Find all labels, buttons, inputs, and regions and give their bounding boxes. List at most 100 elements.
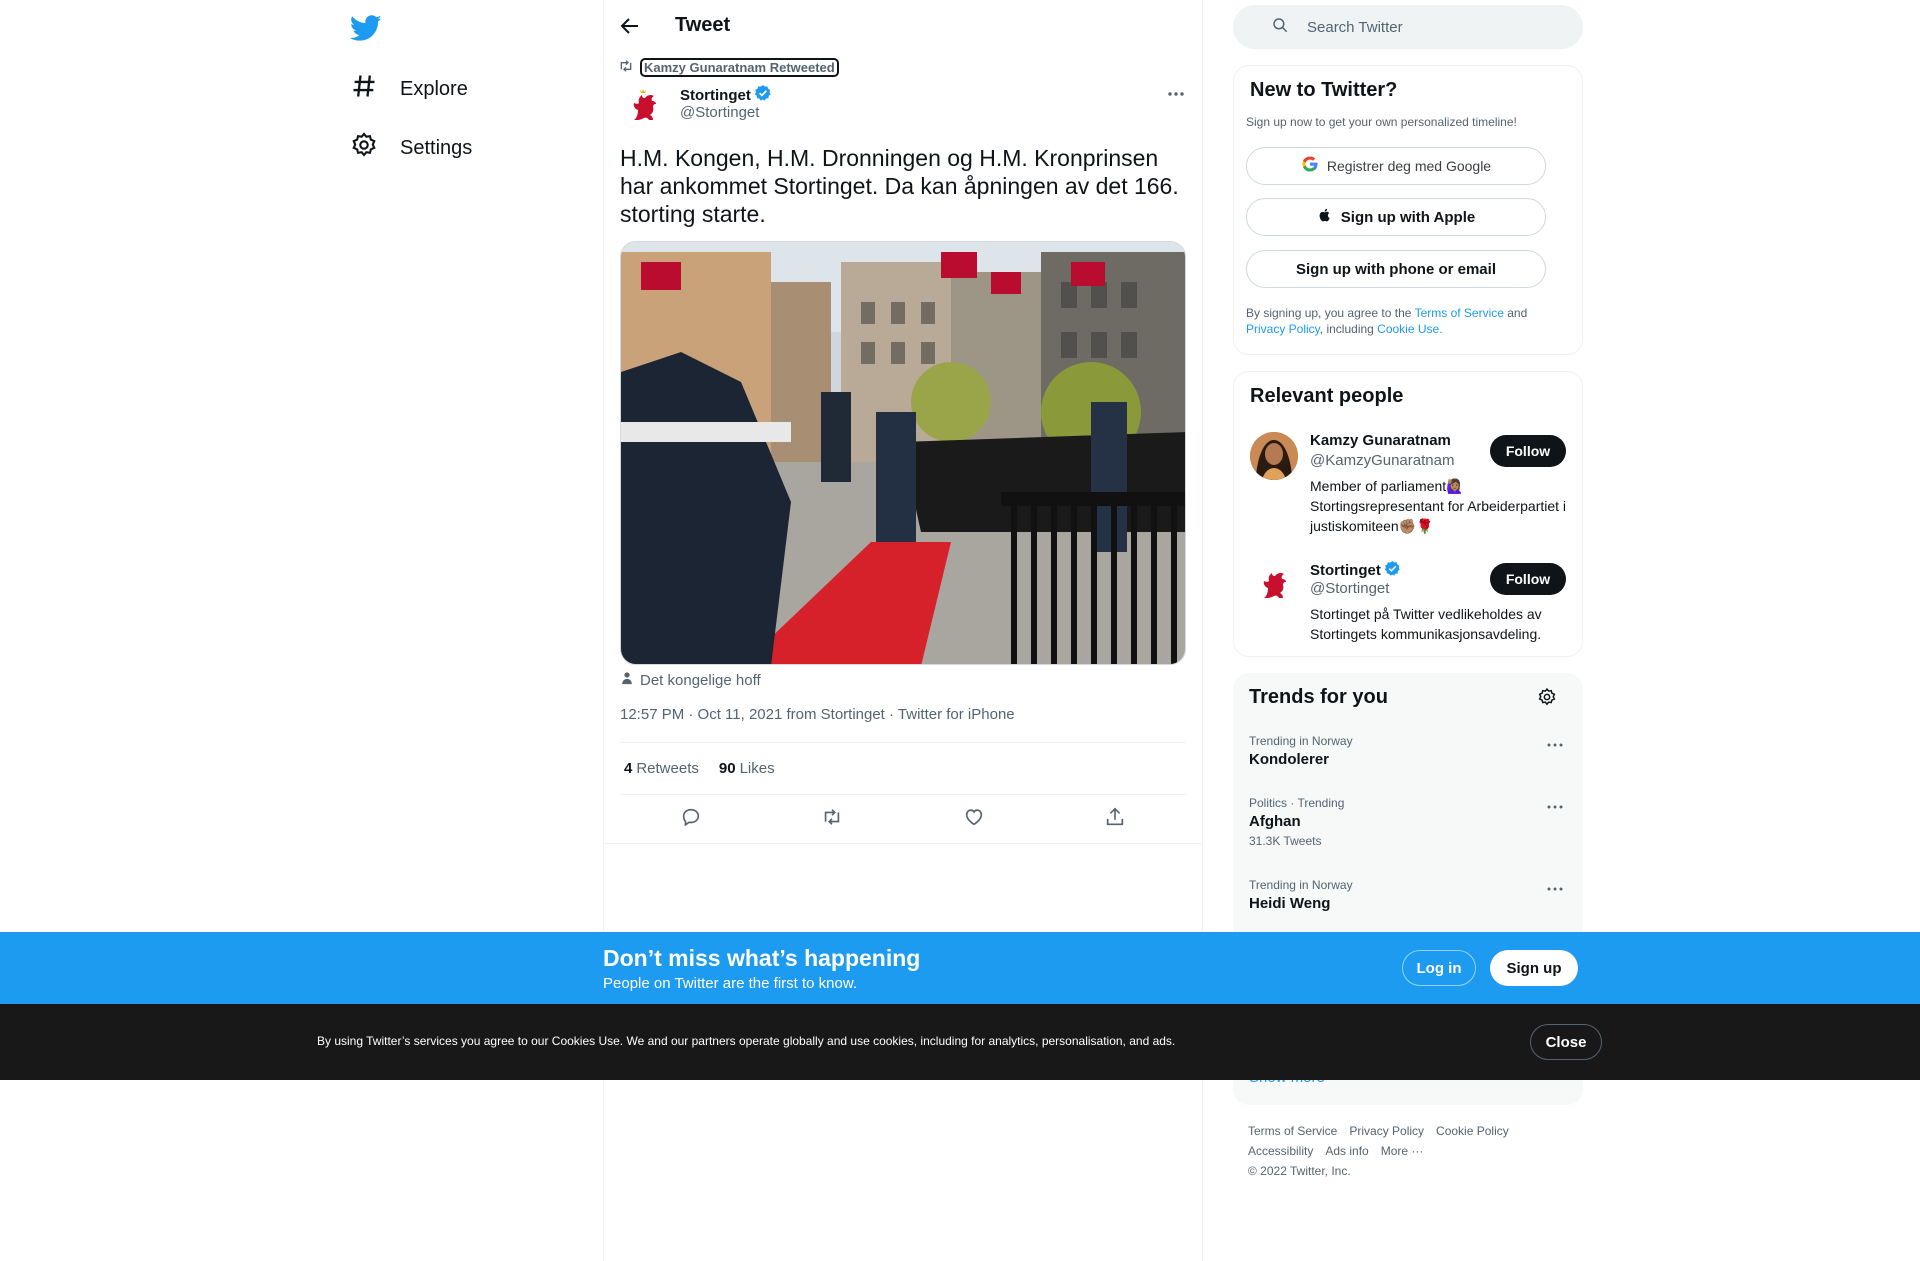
phone-signup-button[interactable]: Sign up with phone or email bbox=[1246, 250, 1546, 288]
trend-count: 31.3K Tweets bbox=[1249, 834, 1322, 848]
person-handle[interactable]: @Stortinget bbox=[1310, 580, 1389, 597]
person-name-row[interactable]: Stortinget bbox=[1310, 560, 1401, 581]
tweet-actions bbox=[620, 806, 1186, 833]
verified-badge-icon bbox=[754, 84, 772, 106]
trend-item[interactable]: Trending in Norway Heidi Weng bbox=[1249, 878, 1353, 912]
trend-meta: Trending in Norway bbox=[1249, 734, 1353, 748]
search-box[interactable]: Search Twitter bbox=[1233, 5, 1583, 49]
retweet-icon bbox=[618, 58, 634, 77]
tweet-stats: 4 Retweets 90 Likes bbox=[624, 760, 775, 777]
author-handle[interactable]: @Stortinget bbox=[680, 104, 759, 121]
footer-accessibility-link[interactable]: Accessibility bbox=[1248, 1144, 1313, 1158]
reply-icon[interactable] bbox=[680, 806, 702, 833]
google-icon bbox=[1301, 155, 1319, 177]
footer-privacy-link[interactable]: Privacy Policy bbox=[1349, 1124, 1424, 1138]
tweet-text: H.M. Kongen, H.M. Dronningen og H.M. Kro… bbox=[620, 145, 1179, 227]
avatar[interactable] bbox=[1250, 560, 1298, 608]
likes-stat[interactable]: 90 Likes bbox=[719, 760, 775, 777]
trend-meta: Politics · Trending bbox=[1249, 796, 1345, 810]
signup-title: New to Twitter? bbox=[1250, 79, 1398, 101]
avatar[interactable] bbox=[1250, 432, 1298, 480]
divider bbox=[620, 742, 1186, 743]
back-arrow-icon[interactable] bbox=[618, 14, 642, 38]
signup-terms: By signing up, you agree to the Terms of… bbox=[1246, 305, 1566, 337]
twitter-logo-icon[interactable] bbox=[349, 12, 382, 44]
person-handle[interactable]: @KamzyGunaratnam bbox=[1310, 452, 1454, 469]
footer-cookie-link[interactable]: Cookie Policy bbox=[1436, 1124, 1509, 1138]
retweeted-by-link[interactable]: Kamzy Gunaratnam Retweeted bbox=[640, 58, 839, 77]
terms-and: and bbox=[1503, 306, 1528, 320]
hashtag-icon bbox=[350, 72, 378, 106]
trend-more-icon[interactable] bbox=[1545, 879, 1565, 899]
banner-subtitle: People on Twitter are the first to know. bbox=[603, 975, 858, 992]
more-options-icon[interactable] bbox=[1162, 82, 1190, 106]
phone-signup-label: Sign up with phone or email bbox=[1295, 260, 1496, 278]
nav-explore[interactable]: Explore bbox=[350, 72, 468, 106]
divider bbox=[620, 794, 1186, 795]
retweets-count: 4 bbox=[624, 760, 633, 777]
footer-terms-link[interactable]: Terms of Service bbox=[1248, 1124, 1337, 1138]
signup-button[interactable]: Sign up bbox=[1490, 950, 1578, 986]
signup-subtitle: Sign up now to get your own personalized… bbox=[1246, 115, 1517, 129]
person-name[interactable]: Stortinget bbox=[1310, 562, 1381, 579]
tagged-user-label[interactable]: Det kongelige hoff bbox=[640, 672, 761, 689]
cookie-close-button[interactable]: Close bbox=[1530, 1024, 1602, 1060]
footer-ads-link[interactable]: Ads info bbox=[1325, 1144, 1368, 1158]
apple-signup-label: Sign up with Apple bbox=[1340, 208, 1476, 226]
relevant-people-card: Relevant people Kamzy Gunaratnam @KamzyG… bbox=[1233, 371, 1583, 657]
author-name-row[interactable]: Stortinget bbox=[680, 84, 772, 106]
trend-more-icon[interactable] bbox=[1545, 735, 1565, 755]
divider bbox=[603, 843, 1203, 844]
including-text: , including bbox=[1319, 322, 1378, 336]
tweet-timestamp[interactable]: 12:57 PM · Oct 11, 2021 from Stortinget … bbox=[620, 706, 1015, 723]
terms-prefix: By signing up, you agree to the bbox=[1246, 306, 1415, 320]
tagged-user[interactable]: Det kongelige hoff bbox=[620, 671, 761, 689]
person-name[interactable]: Kamzy Gunaratnam bbox=[1310, 432, 1451, 449]
apple-signup-button[interactable]: Sign up with Apple bbox=[1246, 198, 1546, 236]
follow-button[interactable]: Follow bbox=[1490, 563, 1566, 595]
like-icon[interactable] bbox=[963, 806, 985, 833]
trend-name[interactable]: Afghan bbox=[1249, 813, 1344, 830]
retweets-stat[interactable]: 4 Retweets bbox=[624, 760, 699, 777]
person-icon bbox=[620, 671, 634, 689]
nav-settings[interactable]: Settings bbox=[350, 131, 472, 165]
apple-icon bbox=[1317, 207, 1333, 227]
relevant-people-title: Relevant people bbox=[1250, 385, 1404, 407]
login-button[interactable]: Log in bbox=[1402, 950, 1476, 986]
nav-settings-label: Settings bbox=[400, 136, 473, 159]
footer-copyright: © 2022 Twitter, Inc. bbox=[1248, 1164, 1351, 1178]
google-signup-button[interactable]: Registrer deg med Google bbox=[1246, 147, 1546, 185]
verified-badge-icon bbox=[1384, 560, 1401, 581]
copyright-text: © 2022 Twitter, Inc. bbox=[1248, 1164, 1351, 1178]
footer-more-link[interactable]: More ··· bbox=[1381, 1144, 1424, 1158]
trend-item[interactable]: Trending in Norway Kondolerer bbox=[1249, 734, 1353, 768]
page-title: Tweet bbox=[675, 14, 731, 36]
author-avatar[interactable] bbox=[620, 82, 668, 130]
google-signup-label: Registrer deg med Google bbox=[1326, 158, 1492, 174]
search-input[interactable]: Search Twitter bbox=[1307, 19, 1403, 36]
likes-label: Likes bbox=[739, 760, 775, 777]
follow-button[interactable]: Follow bbox=[1490, 435, 1566, 467]
person-bio: Member of parliament🙋🏽‍♀️ Stortingsrepre… bbox=[1310, 478, 1567, 534]
signup-card: New to Twitter? Sign up now to get your … bbox=[1233, 65, 1583, 355]
trend-name[interactable]: Kondolerer bbox=[1249, 751, 1353, 768]
signup-banner: Don’t miss what’s happening People on Tw… bbox=[0, 932, 1920, 1004]
cookie-use-link[interactable]: Cookie Use. bbox=[1377, 322, 1442, 336]
footer-links-row1: Terms of Service Privacy Policy Cookie P… bbox=[1248, 1124, 1509, 1138]
terms-link[interactable]: Terms of Service bbox=[1415, 306, 1504, 320]
nav-explore-label: Explore bbox=[400, 77, 468, 100]
trends-title: Trends for you bbox=[1249, 686, 1388, 708]
author-name[interactable]: Stortinget bbox=[680, 87, 751, 104]
trend-item[interactable]: Politics · Trending Afghan 31.3K Tweets bbox=[1249, 796, 1344, 848]
trend-name[interactable]: Heidi Weng bbox=[1249, 895, 1353, 912]
trend-more-icon[interactable] bbox=[1545, 797, 1565, 817]
trends-settings-gear-icon[interactable] bbox=[1537, 687, 1557, 712]
footer-links-row2: Accessibility Ads info More ··· bbox=[1248, 1144, 1423, 1158]
search-icon bbox=[1251, 16, 1289, 38]
privacy-link[interactable]: Privacy Policy bbox=[1246, 322, 1320, 336]
cookie-text: By using Twitter’s services you agree to… bbox=[317, 1034, 1176, 1048]
cookie-consent-bar: By using Twitter’s services you agree to… bbox=[0, 1004, 1920, 1080]
tweet-photo[interactable] bbox=[620, 241, 1186, 665]
retweet-action-icon[interactable] bbox=[821, 806, 843, 833]
share-icon[interactable] bbox=[1104, 806, 1126, 833]
